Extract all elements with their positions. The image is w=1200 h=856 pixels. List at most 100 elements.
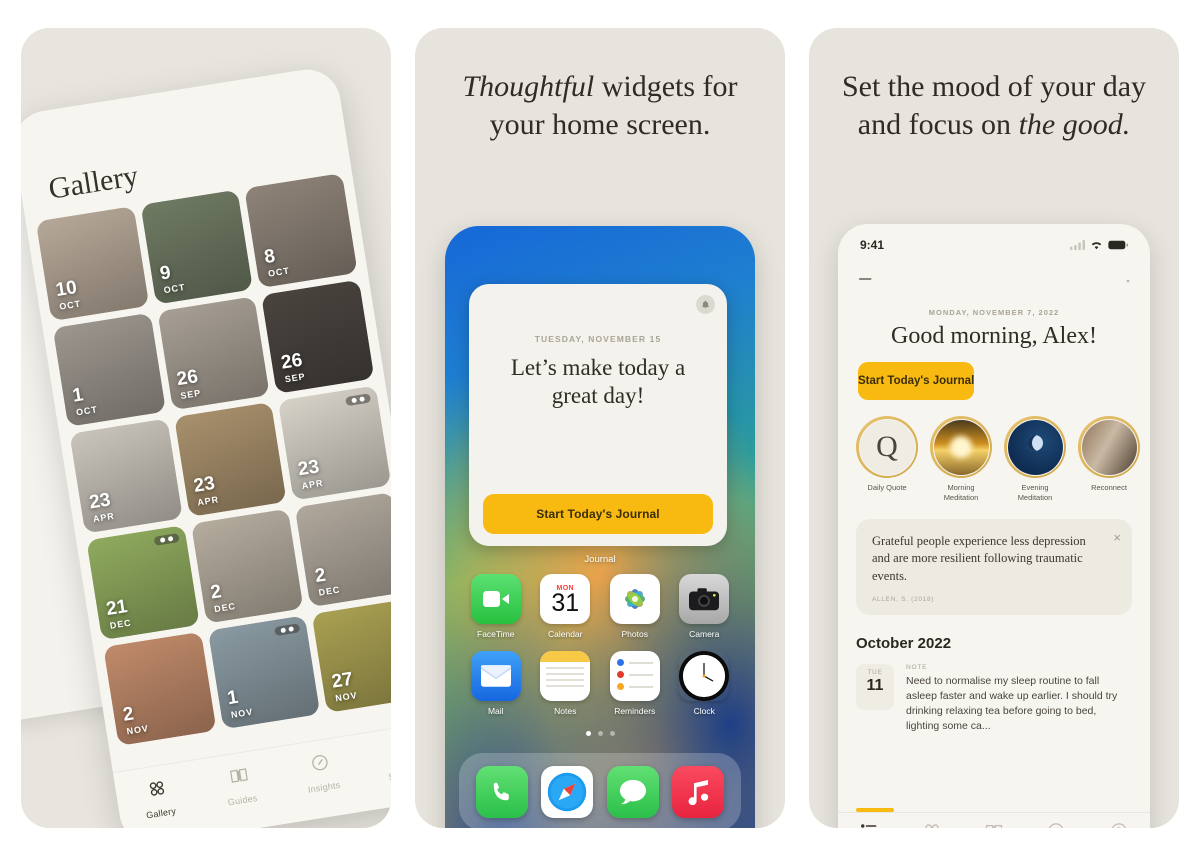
tab-settings[interactable]: Settings [359, 733, 391, 785]
entry-weekday: TUE [867, 668, 883, 676]
story-row[interactable]: Q Daily Quote Morning Meditation Evening Me… [838, 400, 1150, 503]
gallery-tile[interactable]: 10 OCT [35, 206, 149, 321]
grid-icon [146, 777, 170, 805]
app-calendar[interactable]: MON 31 Calendar [531, 574, 601, 639]
app-mail[interactable]: Mail [461, 651, 531, 716]
clock-icon [679, 651, 730, 701]
page-dot[interactable] [609, 731, 615, 736]
app-label: FaceTime [477, 629, 515, 639]
panel-widgets: Thoughtful widgets for your home screen.… [415, 28, 785, 828]
page-indicator[interactable] [445, 731, 755, 736]
close-icon[interactable]: × [1113, 531, 1121, 544]
start-journal-button[interactable]: Start Today's Journal [483, 494, 713, 534]
app-label: Photos [621, 629, 648, 639]
quote-citation: ALLEN, S. (2018) [872, 595, 935, 603]
dock-safari[interactable] [541, 766, 594, 818]
app-clock[interactable]: Clock [670, 651, 740, 716]
tile-month: APR [92, 510, 116, 525]
gallery-tile[interactable]: 26 SEP [156, 295, 271, 411]
story-evening-meditation[interactable]: Evening Meditation [1004, 416, 1066, 503]
tile-day: 27 [330, 668, 355, 693]
story-label: Morning Meditation [943, 483, 979, 502]
panel-gallery: r 8, 202 t wakterflycess ALLEN, S. Galle… [21, 28, 391, 828]
quote-card: × Grateful people experience less depres… [856, 518, 1132, 615]
dock-phone[interactable] [475, 766, 528, 818]
page-dot[interactable] [597, 731, 603, 736]
app-label: Notes [554, 706, 577, 716]
panel-journal: Set the mood of your day and focus on th… [809, 28, 1179, 828]
story-reconnect[interactable]: Reconnect [1078, 416, 1140, 503]
tile-day: 10 [54, 276, 79, 301]
app-notes[interactable]: Notes [531, 651, 601, 716]
tile-day: 26 [279, 349, 304, 374]
gallery-tile[interactable]: 27 NOV [311, 598, 391, 714]
tile-month: NOV [125, 723, 150, 737]
status-icons [1070, 240, 1128, 250]
journal-entry[interactable]: TUE 11 NOTE Need to normalise my sleep r… [838, 652, 1150, 735]
gallery-tile[interactable]: 21 DEC [86, 524, 200, 640]
gallery-tile[interactable]: 9 OCT [140, 189, 254, 305]
headline-line2: your home screen. [489, 108, 711, 142]
dock-messages[interactable] [606, 766, 659, 818]
journal-phone: 9:41 MONDAY, NOVEMBER 7, 2022 Good morni… [838, 224, 1150, 828]
dock-music[interactable] [672, 766, 725, 818]
tab-label: Gallery [145, 805, 177, 821]
start-journal-button[interactable]: Start Today's Journal [858, 362, 975, 400]
story-daily-quote[interactable]: Q Daily Quote [856, 416, 918, 503]
gallery-tile[interactable]: 1 NOV [207, 614, 321, 730]
app-label: Calendar [548, 629, 583, 639]
tab-guides[interactable]: Guides [196, 759, 284, 811]
tab-settings[interactable]: Settings [1088, 821, 1150, 828]
gallery-tile[interactable]: 2 DEC [190, 508, 304, 624]
story-morning-meditation[interactable]: Morning Meditation [930, 416, 992, 503]
gallery-tile[interactable]: 23 APR [278, 385, 391, 501]
book-icon [227, 764, 251, 792]
cellular-icon [1070, 240, 1085, 250]
headline: Set the mood of your day and focus on th… [809, 28, 1179, 145]
person-icon [390, 738, 391, 766]
tile-month: APR [196, 494, 220, 508]
app-photos[interactable]: Photos [600, 574, 670, 639]
quote-text: Grateful people experience less depressi… [872, 533, 1086, 584]
app-label: Camera [689, 629, 720, 639]
page-dot[interactable] [585, 731, 591, 736]
compass-icon [309, 751, 333, 779]
tab-gallery[interactable]: Gallery [115, 772, 203, 824]
gallery-tile[interactable]: 23 APR [173, 402, 287, 517]
tile-day: 26 [175, 366, 200, 391]
tab-gallery[interactable]: Gallery [900, 821, 962, 828]
tile-day: 21 [104, 595, 129, 620]
headline-line1: Set the mood of your day [841, 70, 1147, 103]
gallery-tile[interactable]: 23 APR [69, 418, 183, 534]
story-label: Evening Meditation [1017, 483, 1053, 502]
tab-insights[interactable]: Insights [1025, 821, 1087, 828]
menu-icon[interactable] [858, 270, 874, 288]
tile-day: 1 [70, 384, 85, 408]
tile-month: SEP [179, 388, 202, 402]
gallery-tile[interactable]: 8 OCT [244, 172, 358, 288]
calendar-icon: MON 31 [540, 574, 591, 624]
messages-icon [606, 766, 659, 818]
tile-day: 23 [192, 472, 217, 497]
app-reminders[interactable]: Reminders [600, 651, 670, 716]
bell-icon [696, 295, 715, 314]
tab-journal[interactable]: Journal [838, 821, 900, 829]
app-camera[interactable]: Camera [670, 574, 740, 639]
tile-day: 2 [121, 703, 136, 726]
gallery-tile[interactable]: 26 SEP [261, 279, 375, 395]
gallery-tile[interactable]: 1 OCT [52, 312, 166, 428]
mail-icon [470, 651, 521, 701]
gallery-tile[interactable]: 2 NOV [103, 631, 217, 747]
tab-guides[interactable]: Guides [963, 821, 1025, 828]
headline-line2-italic: the good. [1018, 108, 1131, 142]
journal-widget[interactable]: TUESDAY, NOVEMBER 15 Let’s make today ag… [469, 284, 727, 546]
app-facetime[interactable]: FaceTime [461, 574, 531, 639]
current-date: MONDAY, NOVEMBER 7, 2022 [928, 308, 1060, 317]
gallery-tile[interactable]: 2 DEC [295, 491, 391, 607]
story-label: Daily Quote [867, 483, 907, 492]
more-icon[interactable] [1126, 270, 1130, 288]
grid-icon [922, 821, 942, 828]
media-badge [153, 533, 180, 546]
tab-insights[interactable]: Insights [278, 746, 366, 798]
app-label: Reminders [614, 706, 656, 716]
